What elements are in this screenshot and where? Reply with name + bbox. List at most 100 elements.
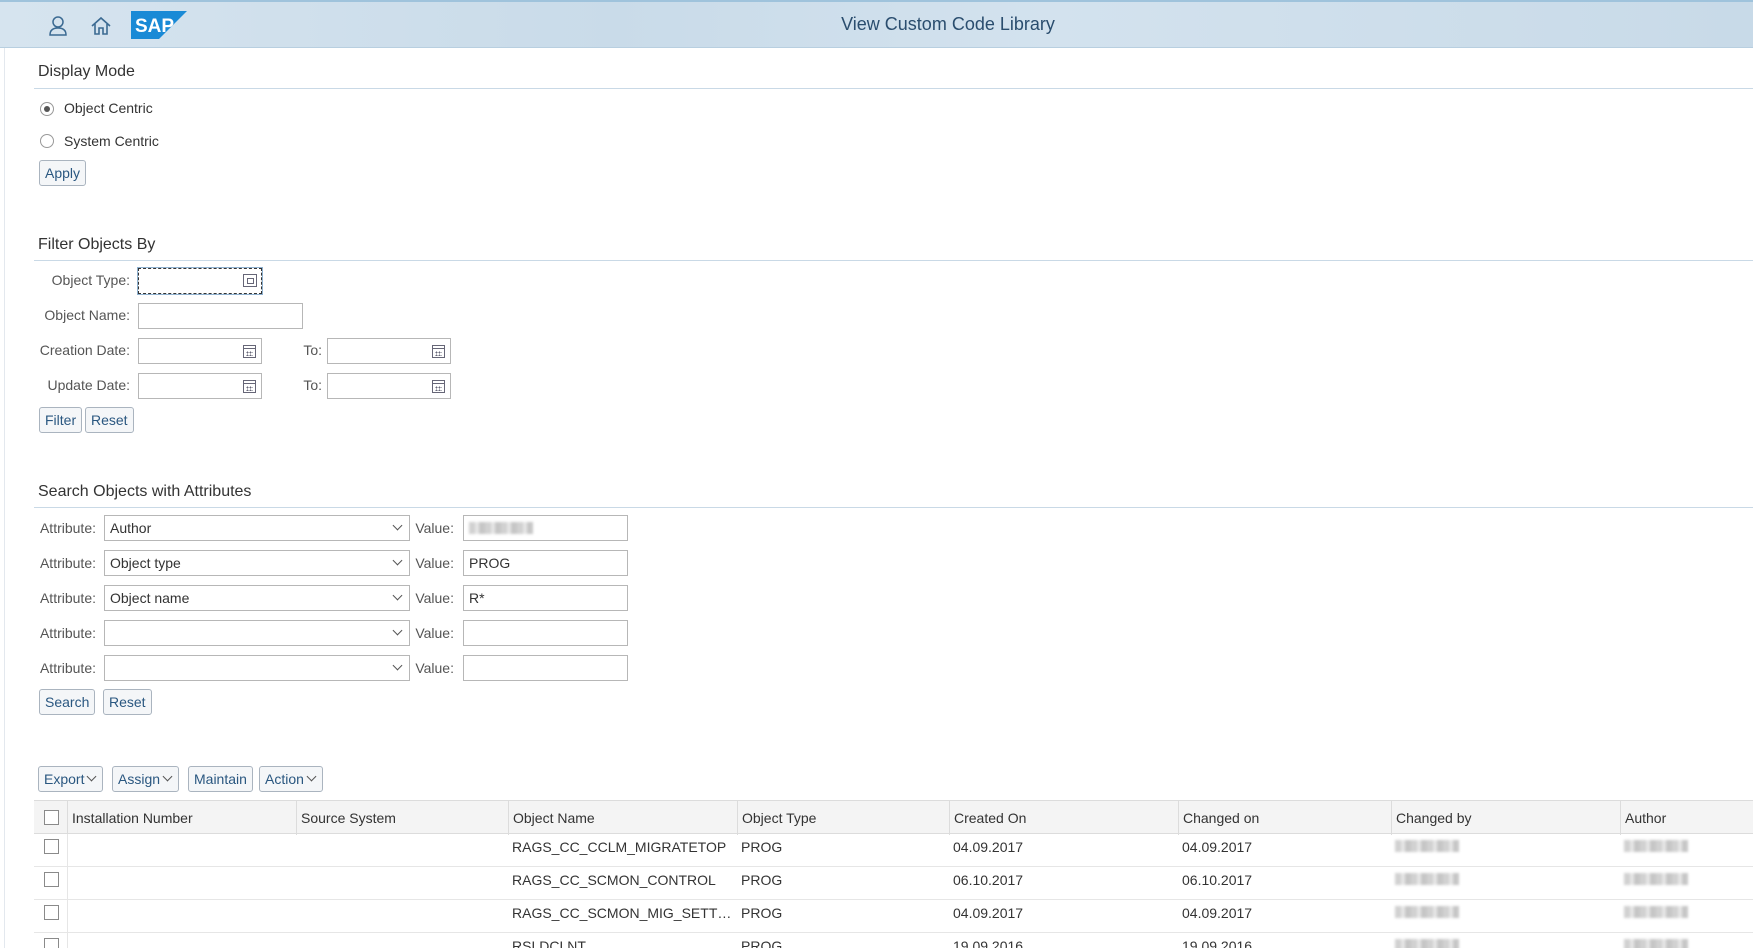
assign-label: Assign — [118, 771, 161, 787]
calendar-icon[interactable] — [432, 345, 445, 358]
cell-author — [1624, 933, 1688, 948]
cell-created-on: 04.09.2017 — [953, 905, 1024, 921]
table-row[interactable]: RAGS_CC_CCLM_MIGRATETOP PROG 04.09.2017 … — [34, 834, 1753, 867]
cell-changed-on: 04.09.2017 — [1182, 839, 1253, 855]
apply-button[interactable]: Apply — [39, 160, 87, 186]
update-date-from-input[interactable] — [138, 373, 262, 399]
column-author[interactable]: Author — [1620, 801, 1753, 835]
update-date-to-input[interactable] — [327, 373, 451, 399]
system-centric-radio[interactable] — [40, 134, 54, 148]
column-changed-on[interactable]: Changed on — [1178, 801, 1391, 835]
object-name-input[interactable] — [138, 303, 303, 329]
value-input[interactable] — [463, 655, 628, 681]
section-divider — [34, 88, 1753, 89]
redacted-text — [1395, 873, 1459, 885]
value-label: Value: — [415, 660, 454, 676]
search-reset-button[interactable]: Reset — [103, 689, 152, 715]
column-installation-number[interactable]: Installation Number — [67, 801, 296, 835]
value-label: Value: — [415, 625, 454, 641]
cell-created-on: 19.09.2016 — [953, 938, 1024, 948]
chevron-down-icon — [306, 771, 317, 782]
attribute-value: Object name — [110, 590, 190, 606]
column-source-system[interactable]: Source System — [296, 801, 508, 835]
attribute-label: Attribute: — [39, 590, 96, 606]
column-created-on[interactable]: Created On — [949, 801, 1178, 835]
calendar-icon[interactable] — [243, 380, 256, 393]
value-input[interactable] — [463, 515, 628, 541]
object-type-input[interactable] — [137, 267, 263, 295]
attribute-select[interactable]: Object name — [104, 585, 410, 611]
table-row[interactable]: RSLDCLNT PROG 19.09.2016 19.09.2016 — [34, 933, 1753, 948]
maintain-button[interactable]: Maintain — [188, 766, 253, 792]
cell-object-type: PROG — [741, 839, 783, 855]
search-button[interactable]: Search — [39, 689, 96, 715]
value-text: PROG — [469, 555, 511, 571]
column-object-name[interactable]: Object Name — [508, 801, 737, 835]
table-row[interactable]: RAGS_CC_SCMON_MIG_SETT… PROG 04.09.2017 … — [34, 900, 1753, 933]
attribute-select[interactable] — [104, 620, 410, 646]
chevron-down-icon — [392, 555, 403, 566]
left-border — [4, 48, 5, 948]
cell-installation-number — [67, 900, 296, 933]
attribute-select[interactable] — [104, 655, 410, 681]
redacted-text — [1624, 840, 1688, 852]
filter-reset-button[interactable]: Reset — [85, 407, 134, 433]
value-input[interactable] — [463, 620, 628, 646]
cell-created-on: 04.09.2017 — [953, 839, 1024, 855]
attribute-value: Author — [110, 520, 152, 536]
row-checkbox[interactable] — [44, 905, 59, 920]
cell-object-name: RAGS_CC_SCMON_CONTROL — [512, 872, 716, 888]
cell-object-name: RSLDCLNT — [512, 938, 586, 948]
chevron-down-icon — [392, 520, 403, 531]
action-menu-button[interactable]: Action — [259, 766, 323, 792]
select-all-checkbox[interactable] — [44, 810, 59, 825]
assign-menu-button[interactable]: Assign — [112, 766, 180, 792]
cell-changed-by — [1395, 900, 1459, 933]
value-help-icon[interactable] — [243, 274, 257, 287]
redacted-text — [1395, 840, 1459, 852]
value-input[interactable]: R* — [463, 585, 628, 611]
cell-installation-number — [67, 834, 296, 867]
cell-installation-number — [67, 867, 296, 900]
column-object-type[interactable]: Object Type — [737, 801, 949, 835]
table-row[interactable]: RAGS_CC_SCMON_CONTROL PROG 06.10.2017 06… — [34, 867, 1753, 900]
creation-date-label: Creation Date: — [39, 342, 130, 358]
creation-date-from-input[interactable] — [138, 338, 262, 364]
redacted-text — [1395, 939, 1459, 948]
calendar-icon[interactable] — [432, 380, 445, 393]
attribute-select[interactable]: Author — [104, 515, 410, 541]
attribute-label: Attribute: — [39, 555, 96, 571]
cell-object-type: PROG — [741, 938, 783, 948]
redacted-text — [1624, 939, 1688, 948]
row-checkbox[interactable] — [44, 872, 59, 887]
row-checkbox[interactable] — [44, 938, 59, 948]
cell-changed-by — [1395, 834, 1459, 867]
object-type-label: Object Type: — [51, 272, 130, 288]
row-checkbox[interactable] — [44, 839, 59, 854]
value-text: R* — [469, 590, 485, 606]
filter-button[interactable]: Filter — [39, 407, 83, 433]
cell-changed-by — [1395, 933, 1459, 948]
attribute-select[interactable]: Object type — [104, 550, 410, 576]
table-header: Installation Number Source System Object… — [34, 800, 1753, 835]
attribute-label: Attribute: — [39, 520, 96, 536]
cell-object-name: RAGS_CC_CCLM_MIGRATETOP — [512, 839, 727, 855]
calendar-icon[interactable] — [243, 345, 256, 358]
creation-date-to-label: To: — [303, 342, 322, 358]
column-changed-by[interactable]: Changed by — [1391, 801, 1620, 835]
section-divider — [34, 260, 1753, 261]
creation-date-to-input[interactable] — [327, 338, 451, 364]
chevron-down-icon — [392, 590, 403, 601]
export-menu-button[interactable]: Export — [38, 766, 104, 792]
redacted-text — [469, 522, 533, 534]
chevron-down-icon — [392, 660, 403, 671]
action-label: Action — [265, 771, 304, 787]
section-divider — [34, 507, 1753, 508]
chevron-down-icon — [87, 771, 97, 782]
object-centric-radio[interactable] — [40, 102, 54, 116]
cell-changed-by — [1395, 867, 1459, 900]
object-name-label: Object Name: — [44, 307, 130, 323]
value-input[interactable]: PROG — [463, 550, 628, 576]
cell-author — [1624, 900, 1688, 933]
attribute-value: Object type — [110, 555, 181, 571]
